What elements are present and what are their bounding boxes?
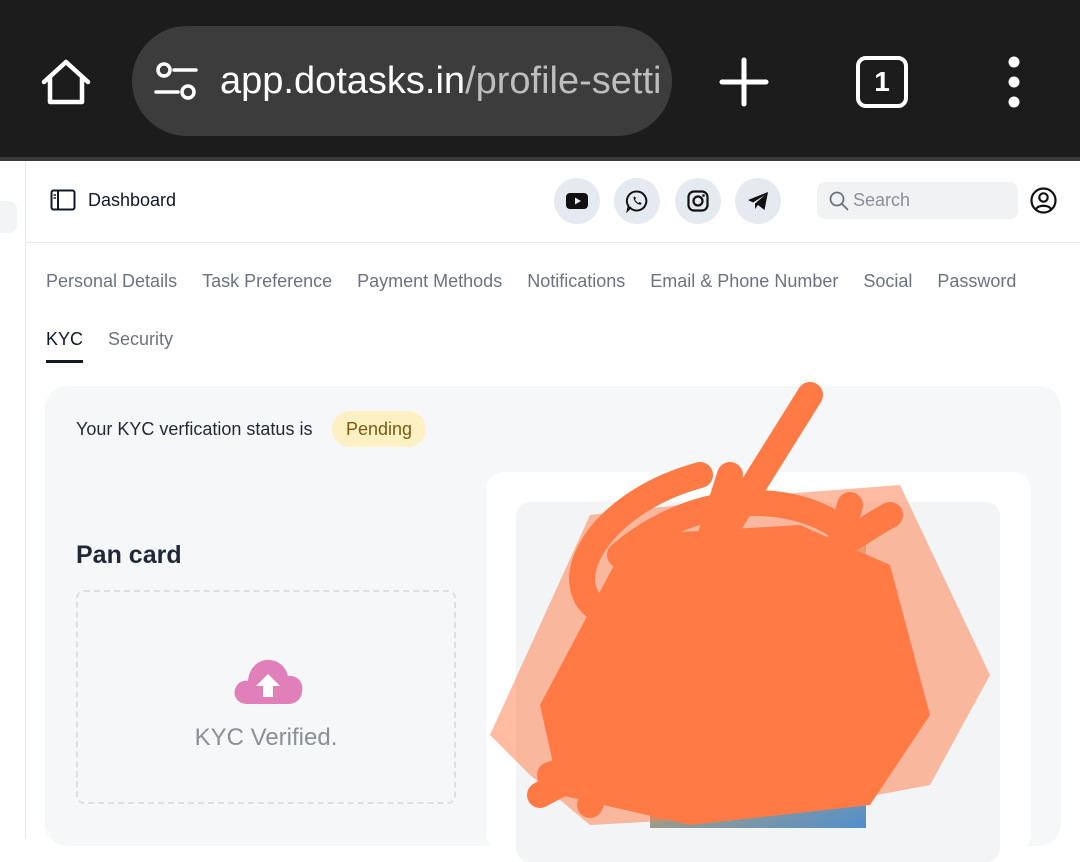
more-menu-icon[interactable]: [996, 56, 1032, 108]
instagram-icon: [687, 190, 709, 212]
collapsed-sidebar: [0, 161, 26, 839]
status-badge: Pending: [332, 411, 427, 447]
url-text[interactable]: app.dotasks.in/profile-setti: [220, 56, 660, 106]
top-navbar: Dashboard: [26, 161, 1080, 243]
search-box[interactable]: [817, 182, 1018, 219]
new-tab-icon[interactable]: [718, 56, 770, 108]
whatsapp-icon: [625, 190, 648, 213]
search-input[interactable]: [853, 182, 1013, 219]
tab-kyc[interactable]: KYC: [46, 323, 84, 363]
dashboard-title: Dashboard: [88, 190, 177, 210]
address-bar[interactable]: app.dotasks.in/profile-setti: [132, 26, 672, 136]
tab-task-preference[interactable]: Task Preference: [202, 265, 332, 299]
tab-password[interactable]: Password: [937, 265, 1016, 299]
web-page: Dashboard Search Personal Details Task P…: [0, 161, 1080, 862]
telegram-icon: [748, 192, 768, 210]
tab-personal-details[interactable]: Personal Details: [46, 265, 177, 299]
home-icon[interactable]: [38, 54, 94, 110]
kyc-card: Your KYC verfication status is Pending P…: [45, 386, 1061, 862]
instagram-button[interactable]: [675, 178, 721, 224]
sidebar-toggle-icon[interactable]: [50, 189, 76, 211]
tab-security[interactable]: Security: [108, 323, 173, 363]
tab-email-phone[interactable]: Email & Phone Number: [650, 265, 838, 299]
url-host: app.dotasks.in: [220, 60, 466, 102]
site-settings-icon[interactable]: [154, 62, 198, 100]
pan-preview-panel: [486, 472, 1031, 862]
settings-tabs: Personal Details Task Preference Payment…: [46, 265, 1016, 299]
url-path: /profile-setti: [465, 60, 660, 102]
kyc-verified-text: KYC Verified.: [194, 724, 338, 751]
browser-toolbar: app.dotasks.in/profile-setti 1: [0, 0, 1080, 160]
kyc-status-label: Your KYC verfication status is: [76, 419, 313, 439]
tab-payment-methods[interactable]: Payment Methods: [357, 265, 502, 299]
pan-card-image: [650, 538, 866, 828]
tab-switcher-button[interactable]: 1: [856, 56, 908, 108]
pan-upload-dropzone[interactable]: KYC Verified.: [76, 590, 456, 804]
tab-social[interactable]: Social: [863, 265, 912, 299]
search-icon: [829, 191, 849, 211]
settings-tabs-row-2: KYC Security: [46, 323, 173, 363]
pan-preview-frame: [516, 502, 1000, 862]
sidebar-expand-button[interactable]: [0, 201, 17, 233]
youtube-icon: [566, 193, 588, 209]
telegram-button[interactable]: [735, 178, 781, 224]
pan-card-title: Pan card: [76, 541, 182, 569]
user-avatar-icon[interactable]: [1030, 187, 1057, 214]
tab-notifications[interactable]: Notifications: [527, 265, 625, 299]
whatsapp-button[interactable]: [614, 178, 660, 224]
youtube-button[interactable]: [554, 178, 600, 224]
cloud-upload-icon: [234, 659, 303, 704]
